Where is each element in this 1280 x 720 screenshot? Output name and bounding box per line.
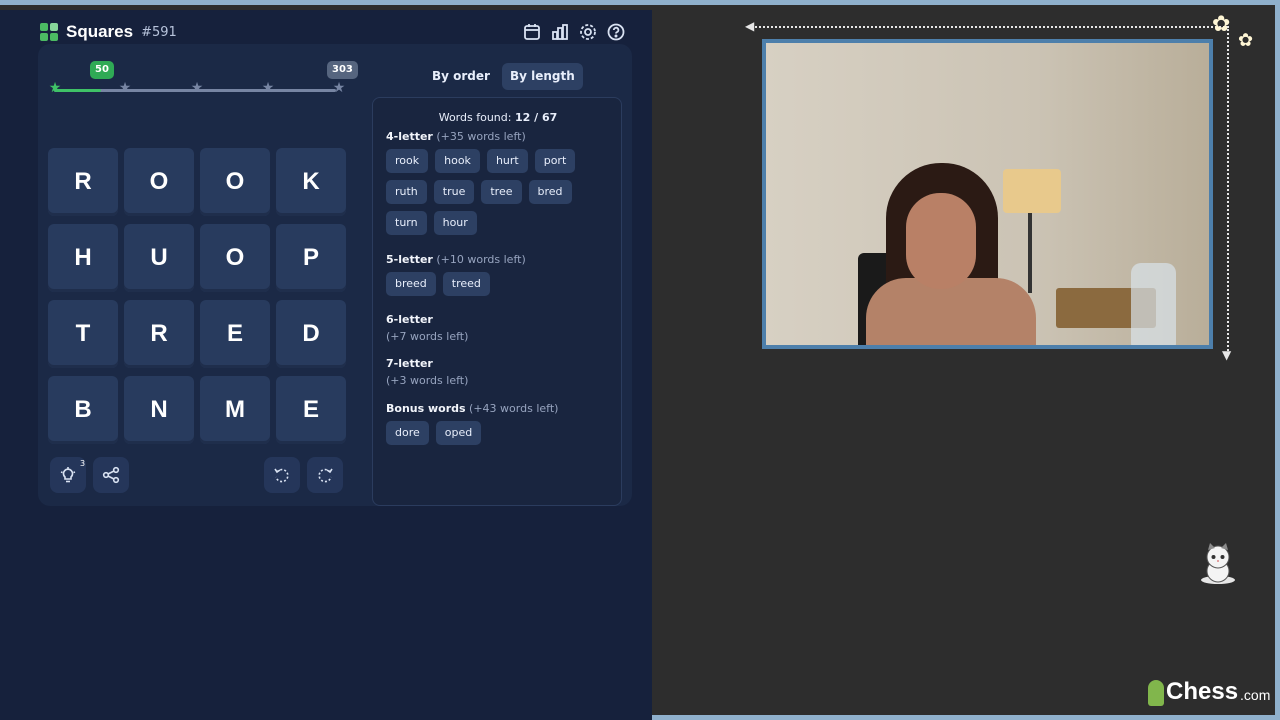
- words-left-count: (+43 words left): [469, 402, 559, 415]
- found-word-chip[interactable]: true: [433, 180, 475, 204]
- words-left-count: (+35 words left): [436, 130, 526, 143]
- settings-icon[interactable]: [578, 22, 598, 42]
- arrow-left-icon: ◀: [745, 19, 755, 33]
- letter-tile[interactable]: R: [124, 300, 194, 368]
- share-icon: [102, 466, 120, 484]
- header-toolbar: [522, 22, 626, 42]
- chess-com-logo: Chess .com: [1148, 678, 1270, 706]
- hint-count-badge: 3: [80, 459, 86, 468]
- letter-grid: R O O K H U O P T R E D B N M E: [48, 148, 346, 444]
- found-word-chip[interactable]: hour: [433, 211, 477, 235]
- letter-tile[interactable]: R: [48, 148, 118, 216]
- section-title: 4-letter: [386, 130, 433, 143]
- found-word-chip[interactable]: port: [534, 149, 576, 173]
- streamer-face: [906, 193, 976, 289]
- water-bottle: [1131, 263, 1176, 345]
- current-score-badge: 50: [90, 61, 114, 79]
- milestone-star-icon: ★: [190, 80, 204, 96]
- found-word-chip[interactable]: dore: [386, 421, 429, 445]
- max-score-badge: 303: [327, 61, 358, 79]
- flower-icon: ✿: [1212, 12, 1231, 37]
- puzzle-number: #591: [141, 24, 177, 40]
- letter-tile[interactable]: M: [200, 376, 270, 444]
- webcam-feed: [762, 39, 1213, 349]
- found-word-chip[interactable]: ruth: [386, 180, 427, 204]
- section-title: 7-letter: [386, 357, 433, 370]
- letter-tile[interactable]: K: [276, 148, 346, 216]
- found-word-chip[interactable]: rook: [386, 149, 429, 173]
- milestone-star-icon: ★: [261, 80, 275, 96]
- letter-tile[interactable]: D: [276, 300, 346, 368]
- stats-icon[interactable]: [550, 22, 570, 42]
- sort-by-length-tab[interactable]: By length: [501, 63, 583, 90]
- section-title: Bonus words: [386, 402, 466, 415]
- sort-toggle: By order By length: [424, 63, 583, 90]
- section-5-letter: 5-letter (+10 words left) breed treed: [386, 253, 616, 296]
- words-left-count: (+7 words left): [386, 330, 469, 343]
- found-word-chip[interactable]: treed: [442, 272, 490, 296]
- letter-tile[interactable]: T: [48, 300, 118, 368]
- section-4-letter: 4-letter (+35 words left) rook hook hurt…: [386, 130, 616, 235]
- letter-tile[interactable]: E: [276, 376, 346, 444]
- stream-frame-top: [0, 0, 1280, 5]
- calendar-icon[interactable]: [522, 22, 542, 42]
- lightbulb-icon: [60, 467, 76, 483]
- letter-tile[interactable]: E: [200, 300, 270, 368]
- words-found-count: 12 / 67: [514, 111, 558, 124]
- section-title: 5-letter: [386, 253, 433, 266]
- arrow-down-icon: ▼: [1222, 348, 1232, 362]
- letter-tile[interactable]: O: [200, 224, 270, 292]
- stream-frame-bottom: [652, 715, 1280, 720]
- lamp: [1003, 169, 1061, 213]
- letter-tile[interactable]: O: [124, 148, 194, 216]
- words-left-count: (+3 words left): [386, 374, 469, 387]
- letter-tile[interactable]: O: [200, 148, 270, 216]
- stream-frame-right: [1275, 0, 1280, 720]
- letter-tile[interactable]: H: [48, 224, 118, 292]
- pawn-icon: [1148, 680, 1164, 706]
- found-word-chip[interactable]: bred: [528, 180, 572, 204]
- letter-tile[interactable]: N: [124, 376, 194, 444]
- streamer-body: [866, 278, 1036, 345]
- words-left-count: (+10 words left): [436, 253, 526, 266]
- rotate-right-button[interactable]: [307, 457, 343, 493]
- help-icon[interactable]: [606, 22, 626, 42]
- section-title: 6-letter: [386, 313, 433, 326]
- milestone-star-icon: ★: [332, 80, 346, 96]
- section-7-letter: 7-letter (+3 words left): [386, 357, 616, 388]
- milestone-star-icon: ★: [48, 80, 62, 96]
- found-word-chip[interactable]: hook: [435, 149, 480, 173]
- squares-logo-icon: [40, 23, 58, 41]
- rotate-left-button[interactable]: [264, 457, 300, 493]
- game-header: Squares #591: [40, 22, 177, 42]
- dotted-frame-right: [1227, 26, 1229, 355]
- found-word-chip[interactable]: hurt: [486, 149, 528, 173]
- section-6-letter: 6-letter (+7 words left): [386, 313, 616, 344]
- cat-sticker-icon: [1201, 543, 1235, 584]
- dotted-frame-top: [752, 26, 1228, 28]
- lamp-stand: [1028, 213, 1032, 293]
- words-found-label: Words found:: [438, 111, 512, 124]
- letter-tile[interactable]: P: [276, 224, 346, 292]
- score-progress-bar: ★ ★ ★ ★ ★: [48, 80, 346, 100]
- rotate-left-icon: [274, 468, 289, 483]
- rotate-right-icon: [318, 468, 333, 483]
- found-words-panel: Words found: 12 / 67 4-letter (+35 words…: [372, 97, 622, 506]
- section-bonus-words: Bonus words (+43 words left) dore oped: [386, 402, 616, 445]
- found-word-chip[interactable]: turn: [386, 211, 427, 235]
- game-title: Squares: [66, 22, 134, 41]
- flower-icon: ✿: [1238, 30, 1254, 51]
- found-word-chip[interactable]: tree: [481, 180, 522, 204]
- sort-by-order-tab[interactable]: By order: [424, 63, 498, 90]
- letter-tile[interactable]: U: [124, 224, 194, 292]
- share-button[interactable]: [93, 457, 129, 493]
- brand-name: Chess: [1166, 678, 1239, 705]
- brand-suffix: .com: [1240, 687, 1271, 703]
- letter-tile[interactable]: B: [48, 376, 118, 444]
- found-word-chip[interactable]: breed: [386, 272, 436, 296]
- words-found-counter: Words found: 12 / 67: [373, 111, 623, 124]
- found-word-chip[interactable]: oped: [435, 421, 482, 445]
- milestone-star-icon: ★: [118, 80, 132, 96]
